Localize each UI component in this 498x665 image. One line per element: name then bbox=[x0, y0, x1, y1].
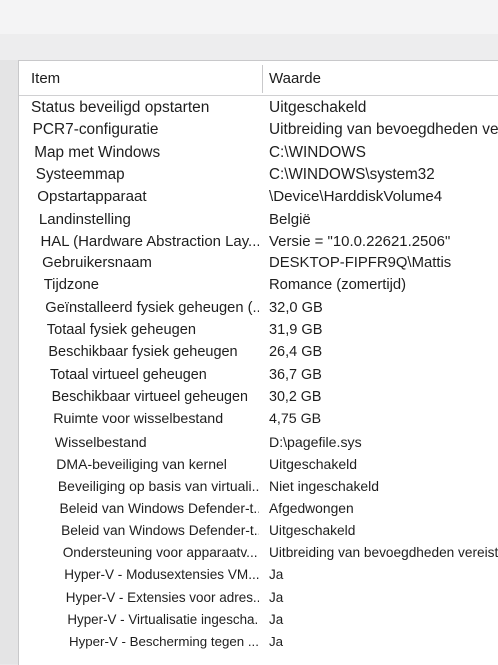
row-item-label: Hyper-V - Bescherming tegen ... bbox=[69, 634, 259, 650]
column-header-value[interactable]: Waarde bbox=[269, 70, 321, 87]
row-item-label: Totaal virtueel geheugen bbox=[50, 366, 207, 383]
row-value: DESKTOP-FIPFR9Q\Mattis bbox=[269, 255, 452, 272]
row-value: 4,75 GB bbox=[269, 411, 322, 428]
row-item-label: Ruimte voor wisselbestand bbox=[53, 411, 224, 428]
table-row[interactable]: Hyper-V - Extensies voor adres... Ja bbox=[19, 588, 498, 610]
table-row[interactable]: Systeemmap C:\WINDOWS\system32 bbox=[19, 164, 498, 186]
table-row[interactable]: PCR7-configuratie Uitbreiding van bevoegd… bbox=[19, 119, 498, 141]
table-row[interactable]: Wisselbestand D:\pagefile.sys bbox=[19, 432, 498, 454]
row-value: 36,7 GB bbox=[269, 366, 322, 383]
row-item-label: Ondersteuning voor apparaatv... bbox=[62, 545, 258, 560]
row-value: Uitbreiding van bevoegdheden ve bbox=[269, 121, 498, 139]
table-row[interactable]: Opstartapparaat \Device\HarddiskVolume4 bbox=[19, 186, 498, 208]
row-value: C:\WINDOWS bbox=[269, 143, 366, 161]
row-value: Romance (zomertijd) bbox=[269, 277, 407, 294]
row-item-label: Beleid van Windows Defender-t... bbox=[59, 500, 260, 517]
row-item-label: Beschikbaar fysiek geheugen bbox=[48, 344, 238, 361]
list-header: Item Waarde bbox=[19, 61, 498, 96]
row-item-label: Status beveiligd opstarten bbox=[31, 99, 210, 116]
menu-area bbox=[0, 34, 498, 60]
row-value: \Device\HarddiskVolume4 bbox=[269, 188, 443, 206]
system-summary-list[interactable]: Item Waarde Status beveiligd opstarten Ui… bbox=[18, 60, 498, 665]
row-value: Ja bbox=[269, 589, 284, 605]
row-item-label: HAL (Hardware Abstraction Lay... bbox=[40, 232, 260, 250]
table-row[interactable]: Totaal virtueel geheugen 36,7 GB bbox=[19, 365, 498, 387]
table-row[interactable]: Gebruikersnaam DESKTOP-FIPFR9Q\Mattis bbox=[19, 253, 498, 275]
table-row[interactable]: Beleid van Windows Defender-t... Afgedwon… bbox=[19, 498, 498, 520]
row-item-label: Totaal fysiek geheugen bbox=[46, 322, 196, 338]
row-item-label: Systeemmap bbox=[35, 165, 125, 183]
row-value: België bbox=[269, 210, 311, 228]
row-value: Uitbreiding van bevoegdheden vereist bbox=[269, 545, 498, 560]
row-value: Uitgeschakeld bbox=[269, 522, 356, 538]
table-row[interactable]: Beschikbaar fysiek geheugen 26,4 GB bbox=[19, 342, 498, 364]
column-divider[interactable] bbox=[262, 65, 263, 93]
row-item-label: Geïnstalleerd fysiek geheugen (... bbox=[45, 299, 260, 316]
column-header-item[interactable]: Item bbox=[31, 70, 60, 87]
table-row[interactable]: Beveiliging op basis van virtuali... Niet… bbox=[19, 476, 498, 498]
row-value: Ja bbox=[269, 611, 284, 627]
table-row[interactable]: Tijdzone Romance (zomertijd) bbox=[19, 275, 498, 297]
row-value: 32,0 GB bbox=[269, 299, 323, 316]
row-value: Uitgeschakeld bbox=[269, 99, 367, 116]
row-item-label: Beleid van Windows Defender-t... bbox=[61, 522, 259, 538]
row-value: Versie = "10.0.22621.2506" bbox=[269, 232, 451, 250]
row-item-label: Tijdzone bbox=[43, 277, 99, 294]
table-row[interactable]: Geïnstalleerd fysiek geheugen (... 32,0 G… bbox=[19, 298, 498, 320]
row-value: Ja bbox=[269, 634, 284, 650]
tree-pane-edge bbox=[0, 60, 18, 664]
row-value: C:\WINDOWS\system32 bbox=[269, 165, 435, 183]
table-row[interactable]: Beschikbaar virtueel geheugen 30,2 GB bbox=[19, 387, 498, 409]
table-row[interactable]: Beleid van Windows Defender-t... Uitgesch… bbox=[19, 521, 498, 543]
row-item-label: Hyper-V - Virtualisatie ingescha... bbox=[67, 611, 259, 627]
table-row[interactable]: Hyper-V - Virtualisatie ingescha... Ja bbox=[19, 610, 498, 632]
row-value: Ja bbox=[269, 567, 284, 583]
row-value: Niet ingeschakeld bbox=[269, 478, 380, 495]
table-row[interactable]: Landinstelling België bbox=[19, 209, 498, 231]
table-row[interactable]: Hyper-V - Bescherming tegen ... Ja bbox=[19, 632, 498, 654]
window-title-bar bbox=[0, 0, 498, 35]
table-row[interactable]: Map met Windows C:\WINDOWS bbox=[19, 142, 498, 164]
row-value: 31,9 GB bbox=[269, 322, 323, 338]
table-row[interactable]: Status beveiligd opstarten Uitgeschakeld bbox=[19, 97, 498, 119]
row-item-label: Beschikbaar virtueel geheugen bbox=[51, 388, 248, 405]
row-item-label: Gebruikersnaam bbox=[42, 255, 152, 272]
row-value: Uitgeschakeld bbox=[269, 455, 358, 472]
row-value: Afgedwongen bbox=[269, 500, 354, 517]
row-item-label: Beveiliging op basis van virtuali... bbox=[57, 478, 259, 495]
row-item-label: Wisselbestand bbox=[54, 433, 147, 450]
row-value: D:\pagefile.sys bbox=[269, 433, 362, 450]
row-item-label: Opstartapparaat bbox=[37, 188, 147, 206]
row-item-label: DMA-beveiliging van kernel bbox=[56, 455, 227, 472]
row-item-label: Hyper-V - Modusextensies VM... bbox=[64, 567, 260, 583]
row-item-label: Landinstelling bbox=[38, 210, 131, 228]
row-item-label: Map met Windows bbox=[34, 143, 161, 161]
table-row[interactable]: Ondersteuning voor apparaatv... Uitbreidi… bbox=[19, 543, 498, 565]
row-value: 30,2 GB bbox=[269, 388, 322, 405]
table-row[interactable]: Totaal fysiek geheugen 31,9 GB bbox=[19, 320, 498, 342]
table-row[interactable]: HAL (Hardware Abstraction Lay... Versie =… bbox=[19, 231, 498, 253]
table-row[interactable]: Hyper-V - Modusextensies VM... Ja bbox=[19, 565, 498, 587]
row-value: 26,4 GB bbox=[269, 344, 323, 361]
table-row[interactable]: DMA-beveiliging van kernel Uitgeschakeld bbox=[19, 454, 498, 476]
table-row[interactable]: Ruimte voor wisselbestand 4,75 GB bbox=[19, 409, 498, 431]
row-item-label: Hyper-V - Extensies voor adres... bbox=[65, 589, 259, 605]
row-item-label: PCR7-configuratie bbox=[32, 121, 159, 139]
